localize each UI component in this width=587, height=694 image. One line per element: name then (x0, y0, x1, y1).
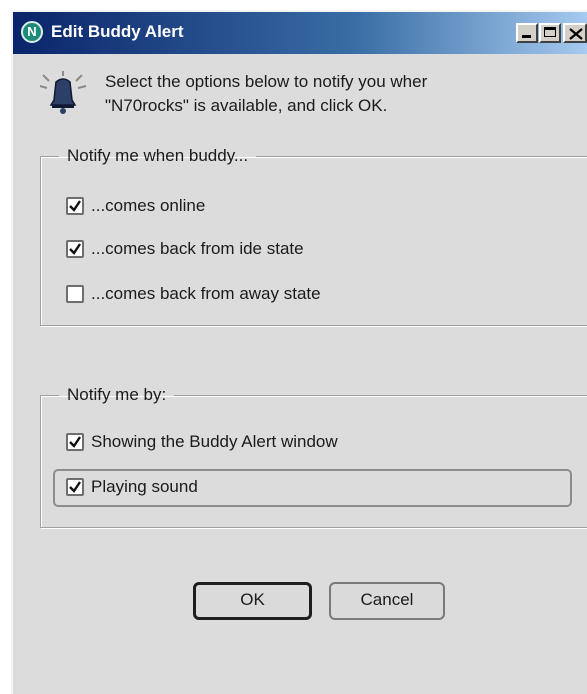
cancel-button[interactable]: Cancel (329, 582, 445, 620)
playing-sound-option[interactable]: Playing sound (29, 473, 549, 503)
window-title: Edit Buddy Alert (51, 22, 184, 41)
checkmark-icon (69, 243, 81, 255)
comes-online-label[interactable]: ...comes online (91, 196, 205, 216)
show-alert-window-label[interactable]: Showing the Buddy Alert window (91, 432, 338, 452)
buddy-state-group-label: Notify me when buddy... (67, 146, 249, 165)
ok-button[interactable]: OK (193, 582, 312, 620)
comes-back-away-label[interactable]: ...comes back from away state (91, 284, 321, 304)
maximize-button[interactable] (539, 23, 561, 43)
minimize-button[interactable] (516, 23, 538, 43)
bell-alert-icon (39, 71, 87, 114)
comes-back-idle-checkbox[interactable] (66, 240, 84, 258)
checkmark-icon (69, 481, 81, 493)
comes-back-idle-option[interactable]: ...comes back from ide state (29, 235, 549, 265)
comes-back-away-checkbox[interactable] (66, 285, 84, 303)
close-icon (569, 28, 583, 40)
edit-buddy-alert-dialog: N Edit Buddy Alert Select the options be… (11, 10, 587, 694)
comes-back-idle-label[interactable]: ...comes back from ide state (91, 239, 304, 259)
playing-sound-checkbox[interactable] (66, 478, 84, 496)
notify-method-group-label: Notify me by: (67, 385, 167, 404)
comes-online-checkbox[interactable] (66, 197, 84, 215)
checkmark-icon (69, 436, 81, 448)
checkmark-icon (69, 200, 81, 212)
show-alert-window-checkbox[interactable] (66, 433, 84, 451)
app-logo-icon[interactable]: N (21, 21, 43, 43)
comes-back-away-option[interactable]: ...comes back from away state (29, 280, 549, 310)
instruction-text-line-2: "N70rocks" is available, and click OK. (105, 96, 388, 115)
instruction-text-line-1: Select the options below to notify you w… (105, 72, 428, 91)
comes-online-option[interactable]: ...comes online (29, 192, 549, 222)
playing-sound-label[interactable]: Playing sound (91, 477, 198, 497)
show-alert-window-option[interactable]: Showing the Buddy Alert window (29, 428, 549, 458)
close-button[interactable] (563, 23, 587, 43)
title-bar[interactable]: N Edit Buddy Alert (13, 12, 587, 54)
